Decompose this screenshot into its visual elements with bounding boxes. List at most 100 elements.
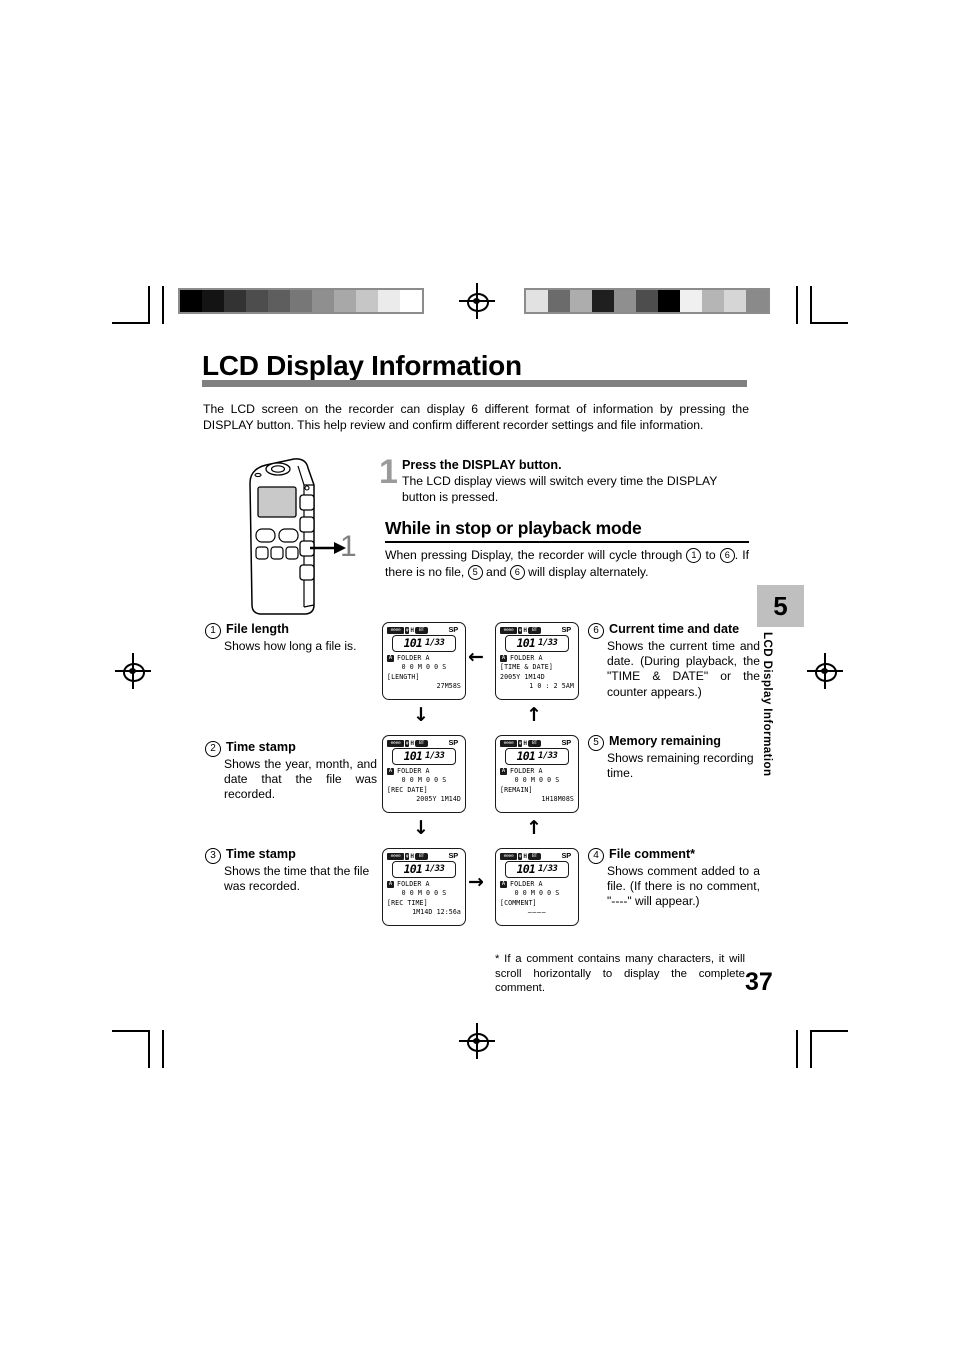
lcd-counter: 0 0 M 0 0 S bbox=[514, 889, 560, 898]
item-current-time-and-date: 6 Current time and date Shows the curren… bbox=[588, 622, 760, 700]
callout-number: 1 bbox=[340, 530, 357, 563]
item-number-6: 6 bbox=[588, 623, 604, 639]
chapter-number: 5 bbox=[773, 590, 788, 621]
title-underline-rule bbox=[202, 380, 747, 387]
lcd-file-number-box: 101 1/33 bbox=[392, 748, 456, 765]
intro-paragraph: The LCD screen on the recorder can displ… bbox=[203, 402, 749, 433]
circled-number-1-inline: 1 bbox=[686, 548, 702, 563]
hq-icon: H bbox=[410, 852, 414, 860]
calibration-patch-9 bbox=[356, 290, 378, 312]
lcd-folder-row: A FOLDER A bbox=[500, 767, 574, 776]
item-number-2: 2 bbox=[205, 741, 221, 757]
lcd-mode-label: SP bbox=[561, 851, 572, 860]
calibration-patch-11 bbox=[400, 290, 422, 312]
lcd-field-value: 2005Y 1M14D bbox=[416, 795, 461, 804]
lcd-folder-row: A FOLDER A bbox=[387, 880, 461, 889]
calibration-patch-6 bbox=[636, 290, 658, 312]
flow-arrow-right-bottom: → bbox=[468, 871, 484, 893]
battery-icon: BT bbox=[415, 739, 428, 747]
lcd-file-number: 101 bbox=[516, 862, 536, 876]
lcd-file-number-box: 101 1/33 bbox=[392, 635, 456, 652]
battery-icon: BT bbox=[415, 852, 428, 860]
calibration-patch-8 bbox=[680, 290, 702, 312]
lcd-folder-row: A FOLDER A bbox=[387, 654, 461, 663]
lcd-folder-row: A FOLDER A bbox=[500, 654, 574, 663]
registration-target-right bbox=[807, 653, 843, 689]
calibration-patch-10 bbox=[378, 290, 400, 312]
lcd-field-label: [REC TIME] bbox=[387, 898, 428, 907]
lcd-field-label: [COMMENT] bbox=[500, 898, 537, 907]
folder-badge-icon: A bbox=[387, 655, 394, 663]
item-number-3: 3 bbox=[205, 848, 221, 864]
calibration-patch-2 bbox=[202, 290, 224, 312]
item-time-stamp-date: 2 Time stamp Shows the year, month, and … bbox=[205, 740, 377, 803]
lcd-mode-label: SP bbox=[561, 625, 572, 634]
item-title-time-stamp-time: Time stamp bbox=[226, 847, 296, 861]
item-desc-memory-remaining: Shows remaining recording time. bbox=[607, 751, 754, 781]
microphone-icon: ψ bbox=[405, 626, 409, 634]
page-title: LCD Display Information bbox=[202, 350, 522, 381]
microphone-icon: ψ bbox=[518, 739, 522, 747]
hq-icon: H bbox=[523, 739, 527, 747]
item-number-5: 5 bbox=[588, 735, 604, 751]
lcd-field-label: [TIME & DATE] bbox=[500, 663, 553, 672]
lcd-counter: 0 0 M 0 0 S bbox=[514, 776, 560, 785]
lcd-file-number-box: 101 1/33 bbox=[505, 635, 569, 652]
lcd-file-total: 1/33 bbox=[538, 751, 558, 761]
flow-arrow-up-lower: ↑ bbox=[526, 817, 542, 839]
lcd-screen-time-and-date: eeee ψ H BT SP 101 1/33 A FOLDER A [TIME… bbox=[495, 622, 579, 700]
calibration-patch-4 bbox=[246, 290, 268, 312]
calibration-patch-9 bbox=[702, 290, 724, 312]
battery-icon: BT bbox=[528, 852, 541, 860]
lcd-field-value: 27M58S bbox=[436, 682, 461, 691]
lcd-folder-name: FOLDER A bbox=[397, 880, 430, 888]
lcd-mode-label: SP bbox=[561, 738, 572, 747]
microphone-icon: ψ bbox=[518, 852, 522, 860]
item-title-file-comment: File comment* bbox=[609, 847, 696, 861]
lcd-file-number-box: 101 1/33 bbox=[505, 861, 569, 878]
lcd-file-number: 101 bbox=[403, 749, 423, 763]
item-file-length: 1 File length Shows how long a file is. bbox=[205, 622, 377, 654]
lcd-status-bar: eeee ψ H BT SP bbox=[387, 852, 461, 860]
item-title-memory-remaining: Memory remaining bbox=[609, 734, 721, 748]
hq-icon: H bbox=[410, 626, 414, 634]
page-number: 37 bbox=[745, 968, 773, 996]
lcd-file-total: 1/33 bbox=[425, 864, 445, 874]
calibration-patch-3 bbox=[570, 290, 592, 312]
registration-target-bottom bbox=[459, 1023, 495, 1059]
battery-icon: BT bbox=[415, 626, 428, 634]
item-number-1: 1 bbox=[205, 623, 221, 639]
flow-arrow-left-top: ← bbox=[468, 646, 484, 668]
lcd-folder-name: FOLDER A bbox=[510, 880, 543, 888]
step-title-post: button. bbox=[515, 458, 562, 472]
lcd-file-total: 1/33 bbox=[538, 638, 558, 648]
hq-icon: H bbox=[523, 852, 527, 860]
calibration-patch-8 bbox=[334, 290, 356, 312]
lcd-field-label: [REMAIN] bbox=[500, 785, 533, 794]
section-body-part1: When pressing Display, the recorder will… bbox=[385, 548, 687, 562]
item-desc-time-stamp-date: Shows the year, month, and date that the… bbox=[224, 757, 377, 802]
microphone-icon: ψ bbox=[405, 739, 409, 747]
lcd-mode-label: SP bbox=[448, 738, 459, 747]
calibration-patch-5 bbox=[268, 290, 290, 312]
calibration-patch-11 bbox=[746, 290, 768, 312]
item-file-comment: 4 File comment* Shows comment added to a… bbox=[588, 847, 760, 910]
lcd-folder-name: FOLDER A bbox=[510, 654, 543, 662]
manual-page: LCD Display Information The LCD screen o… bbox=[0, 0, 954, 1351]
section-body-part2: to bbox=[701, 548, 720, 562]
item-number-4: 4 bbox=[588, 848, 604, 864]
lcd-mode-label: SP bbox=[448, 851, 459, 860]
display-button-keyword: DISPLAY bbox=[462, 458, 516, 472]
calibration-patch-10 bbox=[724, 290, 746, 312]
lcd-screen-comment: eeee ψ H BT SP 101 1/33 A FOLDER A 0 0 M… bbox=[495, 848, 579, 926]
lcd-counter: 0 0 M 0 0 S bbox=[401, 776, 447, 785]
lcd-field-value: ———— bbox=[527, 908, 547, 917]
lcd-folder-row: A FOLDER A bbox=[500, 880, 574, 889]
item-desc-file-length: Shows how long a file is. bbox=[224, 639, 357, 653]
circled-number-5-inline: 5 bbox=[467, 564, 483, 580]
record-indicator-icon: eeee bbox=[500, 626, 517, 634]
lcd-screen-remain: eeee ψ H BT SP 101 1/33 A FOLDER A 0 0 M… bbox=[495, 735, 579, 813]
section-body-part5: will display alternately. bbox=[524, 564, 649, 579]
lcd-file-number-box: 101 1/33 bbox=[505, 748, 569, 765]
lcd-screen-rec-date: eeee ψ H BT SP 101 1/33 A FOLDER A 0 0 M… bbox=[382, 735, 466, 813]
